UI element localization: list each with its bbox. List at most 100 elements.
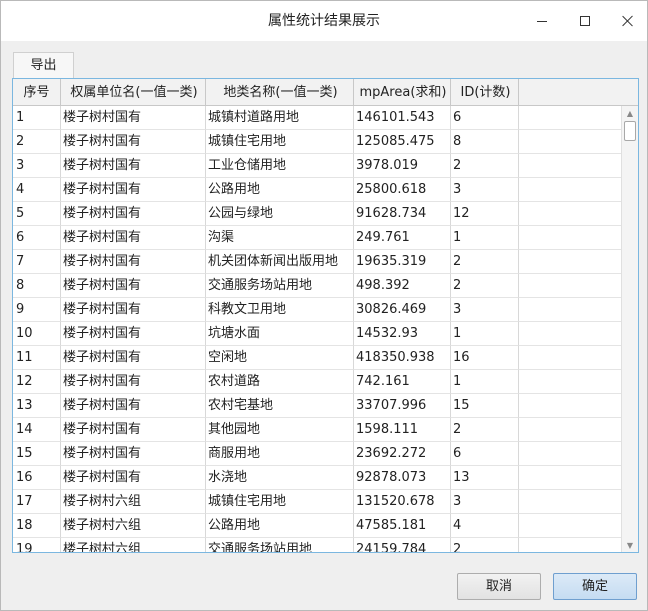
cell-id-count: 16 — [451, 346, 519, 370]
cell-id-count: 3 — [451, 178, 519, 202]
cell-land-type: 交通服务场站用地 — [206, 274, 354, 298]
cell-index: 3 — [13, 154, 61, 178]
cell-owner-unit: 楼子树村国有 — [61, 178, 206, 202]
title-bar[interactable]: 属性统计结果展示 — [1, 1, 647, 41]
cell-filler — [519, 418, 621, 442]
column-header-filler — [519, 79, 638, 106]
cell-owner-unit: 楼子树村国有 — [61, 274, 206, 298]
cell-index: 14 — [13, 418, 61, 442]
export-button[interactable]: 导出 — [13, 52, 74, 78]
cell-owner-unit: 楼子树村六组 — [61, 490, 206, 514]
table-row[interactable]: 4 楼子树村国有 公路用地 25800.618 3 — [13, 178, 621, 202]
cell-land-type: 科教文卫用地 — [206, 298, 354, 322]
cell-filler — [519, 322, 621, 346]
cell-id-count: 2 — [451, 538, 519, 552]
table-row[interactable]: 18 楼子树村六组 公路用地 47585.181 4 — [13, 514, 621, 538]
cell-land-type: 交通服务场站用地 — [206, 538, 354, 552]
cell-filler — [519, 106, 621, 130]
cell-id-count: 8 — [451, 130, 519, 154]
column-header-id-count[interactable]: ID(计数) — [451, 79, 519, 106]
cell-id-count: 13 — [451, 466, 519, 490]
cell-filler — [519, 250, 621, 274]
cell-index: 9 — [13, 298, 61, 322]
table-row[interactable]: 3 楼子树村国有 工业仓储用地 3978.019 2 — [13, 154, 621, 178]
minimize-button[interactable] — [519, 1, 565, 41]
table-row[interactable]: 11 楼子树村国有 空闲地 418350.938 16 — [13, 346, 621, 370]
table-row[interactable]: 2 楼子树村国有 城镇住宅用地 125085.475 8 — [13, 130, 621, 154]
cell-index: 2 — [13, 130, 61, 154]
cell-id-count: 1 — [451, 322, 519, 346]
vertical-scrollbar[interactable]: ▲ ▼ — [621, 106, 638, 552]
cell-id-count: 4 — [451, 514, 519, 538]
cell-owner-unit: 楼子树村国有 — [61, 154, 206, 178]
table-row[interactable]: 10 楼子树村国有 坑塘水面 14532.93 1 — [13, 322, 621, 346]
cell-filler — [519, 370, 621, 394]
cell-land-type: 城镇村道路用地 — [206, 106, 354, 130]
cell-filler — [519, 490, 621, 514]
table-row[interactable]: 15 楼子树村国有 商服用地 23692.272 6 — [13, 442, 621, 466]
table-row[interactable]: 6 楼子树村国有 沟渠 249.761 1 — [13, 226, 621, 250]
cell-area-sum: 742.161 — [354, 370, 451, 394]
scroll-thumb[interactable] — [624, 121, 636, 141]
maximize-button[interactable] — [562, 1, 608, 41]
cell-id-count: 2 — [451, 418, 519, 442]
cell-land-type: 坑塘水面 — [206, 322, 354, 346]
cell-index: 18 — [13, 514, 61, 538]
column-header-owner-unit[interactable]: 权属单位名(一值一类) — [61, 79, 206, 106]
cell-land-type: 公园与绿地 — [206, 202, 354, 226]
table-row[interactable]: 8 楼子树村国有 交通服务场站用地 498.392 2 — [13, 274, 621, 298]
ok-button[interactable]: 确定 — [553, 573, 637, 600]
cell-owner-unit: 楼子树村国有 — [61, 322, 206, 346]
cell-area-sum: 418350.938 — [354, 346, 451, 370]
column-header-area-sum[interactable]: mpArea(求和) — [354, 79, 451, 106]
cell-land-type: 沟渠 — [206, 226, 354, 250]
scroll-down-icon[interactable]: ▼ — [622, 538, 638, 552]
cell-filler — [519, 298, 621, 322]
cell-area-sum: 91628.734 — [354, 202, 451, 226]
cell-area-sum: 249.761 — [354, 226, 451, 250]
table-row[interactable]: 14 楼子树村国有 其他园地 1598.111 2 — [13, 418, 621, 442]
table-row[interactable]: 7 楼子树村国有 机关团体新闻出版用地 19635.319 2 — [13, 250, 621, 274]
cell-owner-unit: 楼子树村国有 — [61, 130, 206, 154]
cell-land-type: 公路用地 — [206, 178, 354, 202]
table-row[interactable]: 12 楼子树村国有 农村道路 742.161 1 — [13, 370, 621, 394]
cell-id-count: 15 — [451, 394, 519, 418]
column-header-land-type[interactable]: 地类名称(一值一类) — [206, 79, 354, 106]
cell-owner-unit: 楼子树村国有 — [61, 202, 206, 226]
cell-filler — [519, 538, 621, 552]
close-icon — [622, 15, 634, 27]
cell-area-sum: 47585.181 — [354, 514, 451, 538]
cell-land-type: 机关团体新闻出版用地 — [206, 250, 354, 274]
cell-area-sum: 33707.996 — [354, 394, 451, 418]
cell-area-sum: 92878.073 — [354, 466, 451, 490]
cell-filler — [519, 346, 621, 370]
table-row[interactable]: 9 楼子树村国有 科教文卫用地 30826.469 3 — [13, 298, 621, 322]
cell-id-count: 1 — [451, 226, 519, 250]
cell-area-sum: 131520.678 — [354, 490, 451, 514]
close-button[interactable] — [605, 1, 648, 41]
cell-id-count: 1 — [451, 370, 519, 394]
table-row[interactable]: 16 楼子树村国有 水浇地 92878.073 13 — [13, 466, 621, 490]
cell-filler — [519, 226, 621, 250]
cell-index: 8 — [13, 274, 61, 298]
table-row[interactable]: 5 楼子树村国有 公园与绿地 91628.734 12 — [13, 202, 621, 226]
cell-index: 4 — [13, 178, 61, 202]
cancel-button[interactable]: 取消 — [457, 573, 541, 600]
cell-filler — [519, 466, 621, 490]
cell-id-count: 2 — [451, 274, 519, 298]
cell-area-sum: 30826.469 — [354, 298, 451, 322]
table-row[interactable]: 13 楼子树村国有 农村宅基地 33707.996 15 — [13, 394, 621, 418]
cell-land-type: 空闲地 — [206, 346, 354, 370]
scroll-up-icon[interactable]: ▲ — [622, 106, 638, 120]
cell-index: 12 — [13, 370, 61, 394]
column-header-index[interactable]: 序号 — [13, 79, 61, 106]
cell-area-sum: 23692.272 — [354, 442, 451, 466]
cell-index: 17 — [13, 490, 61, 514]
result-table: 序号 权属单位名(一值一类) 地类名称(一值一类) mpArea(求和) ID(… — [12, 78, 639, 553]
table-row[interactable]: 1 楼子树村国有 城镇村道路用地 146101.543 6 — [13, 106, 621, 130]
cell-owner-unit: 楼子树村国有 — [61, 442, 206, 466]
table-row[interactable]: 19 楼子树村六组 交通服务场站用地 24159.784 2 — [13, 538, 621, 552]
table-body: 1 楼子树村国有 城镇村道路用地 146101.543 6 2 楼子树村国有 城镇住宅用地 12… — [13, 106, 621, 552]
cell-area-sum: 498.392 — [354, 274, 451, 298]
table-row[interactable]: 17 楼子树村六组 城镇住宅用地 131520.678 3 — [13, 490, 621, 514]
